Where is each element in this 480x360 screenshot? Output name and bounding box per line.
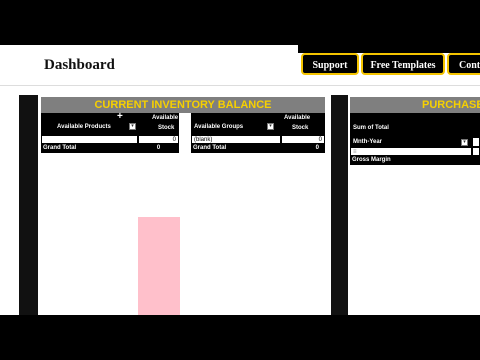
products-stock-header-line1: Available [152, 115, 179, 121]
month-year-dropdown-icon[interactable]: ▾ [461, 139, 468, 146]
groups-column-header: Available Groups [194, 124, 244, 130]
purchase-month-year-filter[interactable]: Mnth-Year [350, 137, 472, 147]
purchase-col-stub [472, 137, 480, 147]
purchase-gross-margin-label: Gross Margin [350, 156, 480, 165]
groups-stock-header-line2: Stock [292, 125, 309, 131]
dashboard-screen: Dashboard Support Free Templates Conta C… [0, 45, 480, 315]
purchase-panel-title: PURCHASE [350, 97, 480, 113]
products-grand-total-value: 0 [138, 144, 179, 153]
free-templates-button[interactable]: Free Templates [361, 53, 445, 75]
inventory-chart-bar [138, 217, 180, 315]
page-title: Dashboard [44, 57, 115, 73]
purchase-pivot-header: Sum of Total [350, 113, 480, 137]
products-pivot-header: Available Products + ▾ Available Stock [41, 111, 179, 135]
groups-row-value: 0 [281, 135, 325, 144]
groups-row-label: (blank) [191, 135, 281, 144]
purchase-empty-row-value [472, 147, 480, 156]
products-filter-dropdown-icon[interactable]: ▾ [129, 123, 136, 130]
products-row-label [41, 135, 138, 144]
groups-pivot-header: Available Groups ▾ Available Stock [191, 113, 325, 135]
products-column-header: Available Products [57, 124, 111, 130]
groups-grand-total-value: 0 [281, 144, 325, 153]
left-rail [19, 95, 38, 315]
purchase-empty-row: ≡ [350, 147, 472, 156]
expand-plus-icon[interactable]: + [117, 111, 123, 122]
groups-stock-header-line1: Available [284, 115, 311, 121]
groups-filter-dropdown-icon[interactable]: ▾ [267, 123, 274, 130]
products-grand-total-label: Grand Total [41, 144, 138, 153]
contact-button[interactable]: Conta [447, 53, 480, 75]
support-button[interactable]: Support [301, 53, 359, 75]
products-row-value: 0 [138, 135, 179, 144]
products-stock-header-line2: Stock [158, 125, 175, 131]
inventory-panel-title: CURRENT INVENTORY BALANCE [41, 97, 325, 113]
purchase-sum-label: Sum of Total [353, 125, 389, 131]
right-rail [331, 95, 348, 315]
groups-grand-total-label: Grand Total [191, 144, 281, 153]
nav-bar-strip [298, 45, 480, 53]
header-divider [0, 85, 480, 86]
